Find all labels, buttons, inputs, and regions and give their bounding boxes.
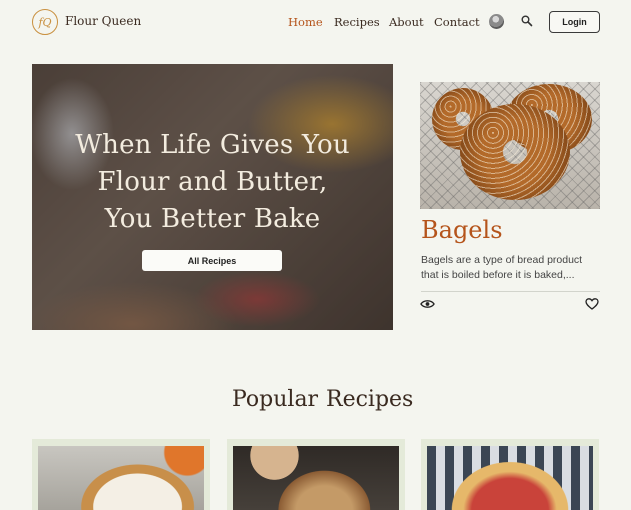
featured-title[interactable]: Bagels	[421, 216, 503, 244]
bagel-shape	[460, 104, 570, 200]
recipe-card[interactable]	[421, 439, 599, 510]
heart-icon[interactable]	[585, 297, 599, 311]
logo[interactable]: fQ	[32, 9, 58, 35]
featured-description-line: Bagels are a type of bread product	[421, 254, 583, 266]
featured-description: Bagels are a type of bread product that …	[421, 253, 601, 283]
pie-icon[interactable]	[38, 446, 204, 510]
user-avatar[interactable]	[489, 14, 504, 29]
bread-icon[interactable]	[233, 446, 399, 510]
hero-title-line: When Life Gives You	[75, 130, 350, 160]
bagels-image[interactable]	[420, 82, 600, 209]
pizza-icon[interactable]	[427, 446, 593, 510]
all-recipes-button[interactable]: All Recipes	[142, 250, 282, 271]
divider	[421, 291, 600, 292]
recipes-title: Recipes	[326, 387, 414, 412]
recipe-card[interactable]	[32, 439, 210, 510]
eye-icon[interactable]	[420, 297, 435, 311]
popular-title: Popular	[232, 387, 319, 412]
nav-about[interactable]: About	[389, 15, 424, 29]
nav-recipes[interactable]: Recipes	[334, 15, 380, 29]
hero-title-line: You Better Bake	[104, 204, 321, 234]
recipe-card[interactable]	[227, 439, 405, 510]
logo-mark: fQ	[38, 15, 52, 29]
nav-contact[interactable]: Contact	[434, 15, 480, 29]
search-icon[interactable]	[520, 14, 534, 28]
featured-description-line: that is boiled before it is baked,...	[421, 269, 575, 281]
hero-title: When Life Gives You Flour and Butter, Yo…	[32, 127, 393, 238]
login-button[interactable]: Login	[549, 11, 600, 33]
brand-name[interactable]: Flour Queen	[65, 14, 141, 28]
nav-home[interactable]: Home	[288, 15, 323, 29]
hero-title-line: Flour and Butter,	[97, 167, 328, 197]
hero-banner: When Life Gives You Flour and Butter, Yo…	[32, 64, 393, 330]
